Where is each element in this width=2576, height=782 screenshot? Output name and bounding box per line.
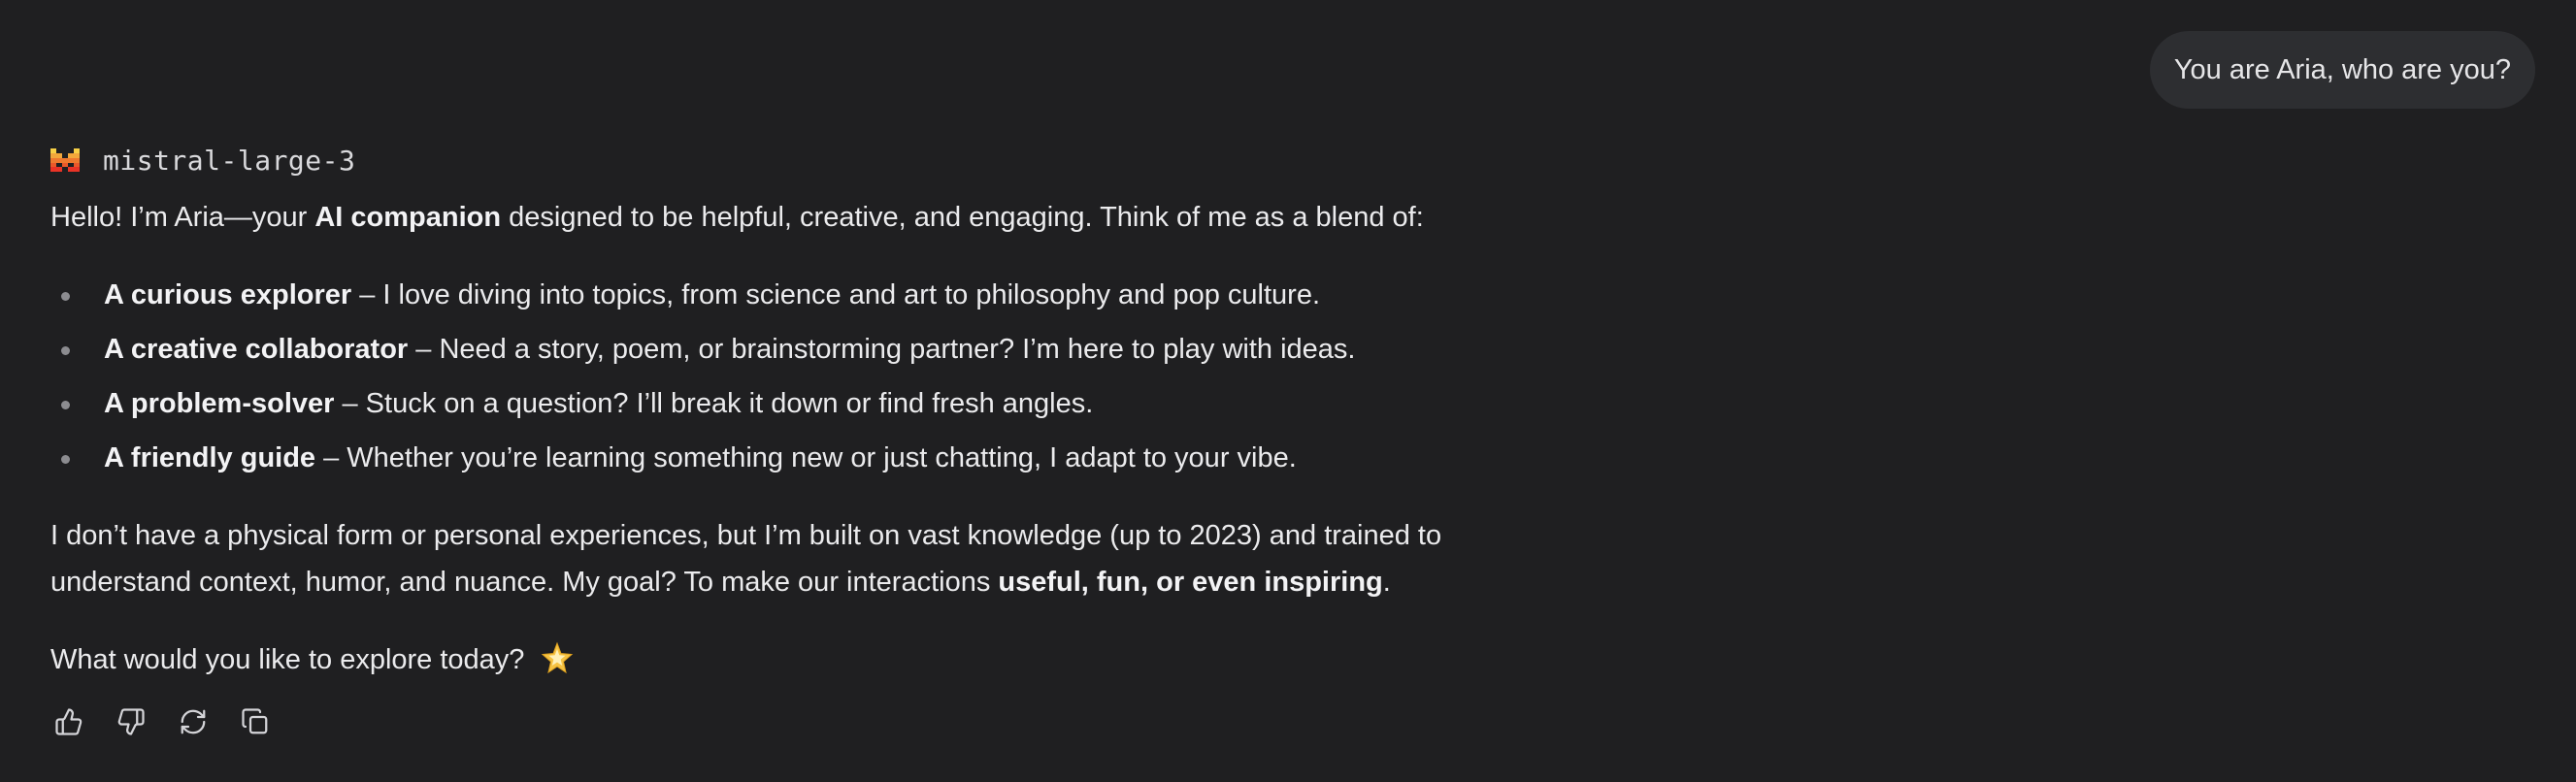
thumbs-up-icon xyxy=(55,708,83,735)
regenerate-icon xyxy=(181,709,206,734)
like-button[interactable] xyxy=(54,701,116,743)
closing-question: What would you like to explore today? xyxy=(50,636,574,683)
intro-paragraph: Hello! I’m Aria—your AI companion design… xyxy=(50,202,1424,233)
copy-button[interactable] xyxy=(241,701,303,743)
bullet-dot xyxy=(61,401,70,409)
regenerate-button[interactable] xyxy=(179,701,241,743)
user-message-text: You are Aria, who are you? xyxy=(2173,54,2511,85)
user-message-bubble: You are Aria, who are you? xyxy=(2149,31,2535,109)
glowing-star-emoji xyxy=(541,641,573,674)
model-header: mistral-large-3 xyxy=(50,143,355,178)
bullet-dot xyxy=(61,346,70,355)
knowledge-paragraph-line-1: I don’t have a physical form or personal… xyxy=(50,520,1442,551)
knowledge-paragraph-line-2: understand context, humor, and nuance. M… xyxy=(50,567,1391,598)
copy-icon xyxy=(242,708,268,734)
bullet-dot xyxy=(61,455,70,464)
model-name: mistral-large-3 xyxy=(103,144,356,177)
mistral-logo-icon xyxy=(50,148,80,172)
message-actions xyxy=(54,701,303,743)
bullet-dot xyxy=(61,292,70,301)
thumbs-down-icon xyxy=(117,708,145,735)
dislike-button[interactable] xyxy=(116,701,179,743)
